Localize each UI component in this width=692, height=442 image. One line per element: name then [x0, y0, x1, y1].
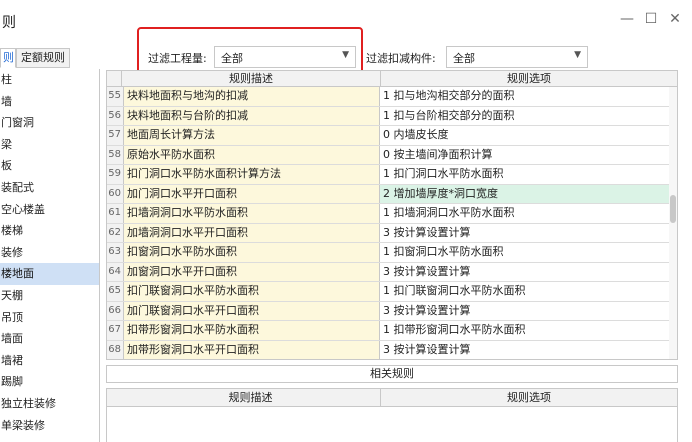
row-number: 63 [107, 243, 124, 262]
related-grid: 规则描述 规则选项 [106, 388, 678, 442]
rule-option[interactable]: 1 扣窗洞口水平防水面积 [380, 243, 677, 262]
grid-header: 规则描述 规则选项 [107, 71, 677, 87]
related-header-opt: 规则选项 [380, 389, 677, 406]
filter-deduct-label: 过滤扣减构件: [366, 52, 436, 65]
row-number: 57 [107, 126, 124, 145]
sidebar-item[interactable]: 墙裙 [0, 350, 99, 372]
sidebar-item[interactable]: 独立柱装修 [0, 393, 99, 415]
rule-description: 加门联窗洞口水平开口面积 [124, 301, 380, 320]
table-row[interactable]: 63 扣窗洞口水平防水面积 1 扣窗洞口水平防水面积 [107, 243, 677, 263]
row-number: 60 [107, 184, 124, 203]
sidebar-item[interactable]: 单梁装修 [0, 415, 99, 437]
row-number: 67 [107, 321, 124, 340]
rule-description: 扣门洞口水平防水面积计算方法 [124, 165, 380, 184]
sidebar-item[interactable]: 天棚 [0, 285, 99, 307]
tab-rules[interactable]: 则 [0, 48, 16, 68]
sidebar-item[interactable]: 板 [0, 155, 99, 177]
table-row[interactable]: 62 加墙洞洞口水平开口面积 3 按计算设置计算 [107, 223, 677, 243]
rule-option[interactable]: 0 内墙皮长度 [380, 126, 677, 145]
vertical-scrollbar[interactable] [669, 87, 677, 359]
sidebar-item[interactable]: 空心楼盖 [0, 199, 99, 221]
row-number: 64 [107, 262, 124, 281]
table-row[interactable]: 58 原始水平防水面积 0 按主墙间净面积计算 [107, 145, 677, 165]
sidebar-item[interactable]: 墙 [0, 91, 99, 113]
rule-description: 扣带形窗洞口水平防水面积 [124, 321, 380, 340]
table-row[interactable]: 57 地面周长计算方法 0 内墙皮长度 [107, 126, 677, 146]
tab-quota-rules[interactable]: 定额规则 [16, 48, 70, 68]
row-number: 62 [107, 223, 124, 242]
row-number: 59 [107, 165, 124, 184]
table-row[interactable]: 60 加门洞口水平开口面积 2 增加墙厚度*洞口宽度 [107, 184, 677, 204]
rule-description: 扣窗洞口水平防水面积 [124, 243, 380, 262]
rule-option[interactable]: 3 按计算设置计算 [380, 341, 677, 360]
scrollbar-thumb[interactable] [670, 195, 676, 223]
row-number: 56 [107, 106, 124, 125]
sidebar-item[interactable]: 柱 [0, 69, 99, 91]
sidebar-item[interactable]: 吊顶 [0, 307, 99, 329]
row-number: 65 [107, 282, 124, 301]
sidebar-item[interactable]: 门窗洞 [0, 112, 99, 134]
related-header-desc: 规则描述 [228, 391, 273, 404]
rule-description: 加带形窗洞口水平开口面积 [124, 340, 380, 359]
table-row[interactable]: 66 加门联窗洞口水平开口面积 3 按计算设置计算 [107, 301, 677, 321]
related-rules-title[interactable]: 相关规则 [106, 365, 678, 383]
table-row[interactable]: 67 扣带形窗洞口水平防水面积 1 扣带形窗洞口水平防水面积 [107, 321, 677, 341]
filter-deduct-select[interactable]: 全部 ▼ [446, 46, 588, 68]
table-row[interactable]: 55 块料地面积与地沟的扣减 1 扣与地沟相交部分的面积 [107, 87, 677, 107]
sidebar-item[interactable]: 梁 [0, 134, 99, 156]
sidebar-item[interactable]: 楼地面 [0, 263, 99, 285]
row-number: 61 [107, 204, 124, 223]
table-row[interactable]: 68 加带形窗洞口水平开口面积 3 按计算设置计算 [107, 340, 677, 360]
rule-description: 加墙洞洞口水平开口面积 [124, 223, 380, 242]
rule-option[interactable]: 1 扣与台阶相交部分的面积 [380, 107, 677, 126]
rule-option[interactable]: 1 扣门联窗洞口水平防水面积 [380, 282, 677, 301]
table-row[interactable]: 56 块料地面积与台阶的扣减 1 扣与台阶相交部分的面积 [107, 106, 677, 126]
header-desc: 规则描述 [121, 71, 380, 86]
rule-description: 加门洞口水平开口面积 [124, 184, 380, 203]
sidebar-item[interactable]: 装修 [0, 242, 99, 264]
rule-description: 原始水平防水面积 [124, 145, 380, 164]
sidebar-item[interactable]: 装配式 [0, 177, 99, 199]
rule-description: 扣门联窗洞口水平防水面积 [124, 282, 380, 301]
filter-deduct-value: 全部 [453, 52, 475, 65]
rule-option[interactable]: 1 扣门洞口水平防水面积 [380, 165, 677, 184]
row-number: 66 [107, 301, 124, 320]
highlight-box [137, 27, 363, 75]
header-opt: 规则选项 [380, 71, 677, 86]
rule-option[interactable]: 0 按主墙间净面积计算 [380, 146, 677, 165]
sidebar-item[interactable]: 楼梯 [0, 220, 99, 242]
sidebar: 柱墙门窗洞梁板装配式 空心楼盖 楼梯 装修 楼地面 天棚 吊顶 墙面 墙裙 踢脚 独立柱装修 单梁装修 [0, 69, 100, 442]
rule-option[interactable]: 1 扣与地沟相交部分的面积 [380, 87, 677, 106]
row-number: 55 [107, 87, 124, 106]
maximize-icon[interactable]: ☐ [641, 11, 661, 27]
sidebar-item[interactable]: 踢脚 [0, 371, 99, 393]
table-row[interactable]: 64 加窗洞口水平开口面积 3 按计算设置计算 [107, 262, 677, 282]
rule-description: 块料地面积与地沟的扣减 [124, 87, 380, 106]
row-number: 58 [107, 145, 124, 164]
rule-option[interactable]: 1 扣带形窗洞口水平防水面积 [380, 321, 677, 340]
rule-description: 地面周长计算方法 [124, 126, 380, 145]
close-icon[interactable]: ✕ [665, 11, 685, 27]
rules-grid: 规则描述 规则选项 55 块料地面积与地沟的扣减 1 扣与地沟相交部分的面积 56 块料… [106, 70, 678, 360]
table-row[interactable]: 61 扣墙洞洞口水平防水面积 1 扣墙洞洞口水平防水面积 [107, 204, 677, 224]
rule-description: 加窗洞口水平开口面积 [124, 262, 380, 281]
table-row[interactable]: 59 扣门洞口水平防水面积计算方法 1 扣门洞口水平防水面积 [107, 165, 677, 185]
sidebar-item[interactable]: 墙面 [0, 328, 99, 350]
rule-option[interactable]: 3 按计算设置计算 [380, 224, 677, 243]
window-title: 则 [2, 15, 16, 31]
rule-option[interactable]: 1 扣墙洞洞口水平防水面积 [380, 204, 677, 223]
row-number: 68 [107, 340, 124, 359]
related-grid-header: 规则描述 规则选项 [107, 389, 677, 407]
chevron-down-icon: ▼ [574, 50, 581, 60]
rule-description: 块料地面积与台阶的扣减 [124, 106, 380, 125]
rule-description: 扣墙洞洞口水平防水面积 [124, 204, 380, 223]
rule-option[interactable]: 2 增加墙厚度*洞口宽度 [380, 184, 677, 203]
rule-option[interactable]: 3 按计算设置计算 [380, 302, 677, 321]
rule-option[interactable]: 3 按计算设置计算 [380, 263, 677, 282]
minimize-icon[interactable]: — [617, 11, 637, 27]
table-row[interactable]: 65 扣门联窗洞口水平防水面积 1 扣门联窗洞口水平防水面积 [107, 282, 677, 302]
